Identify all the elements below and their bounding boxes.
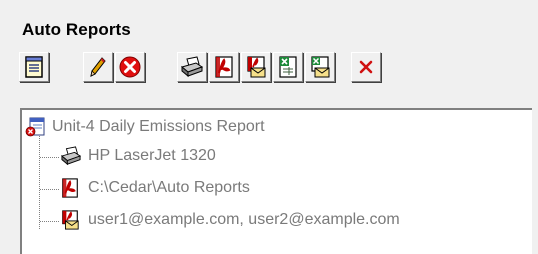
notepad-icon bbox=[25, 56, 43, 78]
report-tree[interactable]: Unit-4 Daily Emissions Report HP LaserJe… bbox=[20, 108, 532, 254]
delete-button[interactable] bbox=[115, 52, 145, 82]
tree-branch bbox=[40, 189, 60, 190]
red-x-icon bbox=[359, 60, 373, 74]
save-excel-button[interactable] bbox=[273, 52, 303, 82]
pdf-email-icon bbox=[247, 56, 266, 78]
edit-button[interactable] bbox=[83, 52, 113, 82]
tree-root-node[interactable]: Unit-4 Daily Emissions Report bbox=[25, 117, 265, 137]
email-pdf-button[interactable] bbox=[241, 52, 271, 82]
printer-icon bbox=[180, 56, 204, 78]
red-x-circle-icon bbox=[119, 56, 141, 78]
report-icon bbox=[25, 117, 45, 137]
save-pdf-button[interactable] bbox=[209, 52, 239, 82]
email-excel-button[interactable] bbox=[305, 52, 335, 82]
tree-item-printer[interactable]: HP LaserJet 1320 bbox=[60, 146, 216, 166]
pdf-icon bbox=[62, 178, 78, 198]
printer-icon bbox=[60, 146, 82, 166]
tree-item-label: user1@example.com, user2@example.com bbox=[88, 211, 400, 228]
toolbar bbox=[19, 52, 519, 92]
tree-item-email[interactable]: user1@example.com, user2@example.com bbox=[60, 209, 400, 231]
tree-item-label: C:\Cedar\Auto Reports bbox=[88, 179, 250, 196]
excel-save-icon bbox=[279, 56, 297, 78]
panel-title: Auto Reports bbox=[22, 20, 131, 39]
tree-item-pdf-folder[interactable]: C:\Cedar\Auto Reports bbox=[60, 177, 250, 199]
pdf-save-icon bbox=[215, 56, 233, 78]
excel-email-icon bbox=[311, 56, 330, 78]
tree-connector bbox=[39, 132, 40, 230]
view-report-button[interactable] bbox=[19, 52, 49, 82]
tree-item-label: HP LaserJet 1320 bbox=[88, 147, 216, 164]
pdf-email-icon bbox=[62, 210, 79, 230]
tree-branch bbox=[40, 157, 60, 158]
tree-branch bbox=[40, 221, 60, 222]
cancel-button[interactable] bbox=[351, 52, 381, 82]
pencil-icon bbox=[90, 57, 106, 77]
print-button[interactable] bbox=[177, 52, 207, 82]
tree-root-label: Unit-4 Daily Emissions Report bbox=[52, 118, 265, 135]
